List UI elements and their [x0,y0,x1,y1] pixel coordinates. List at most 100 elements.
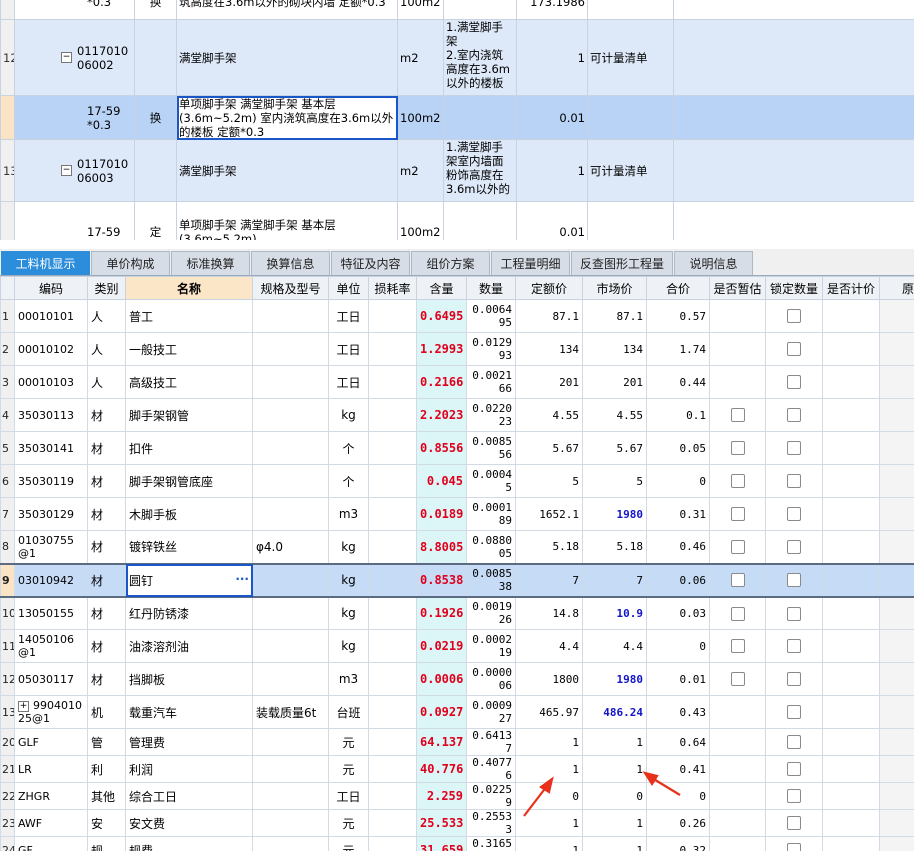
bill-code[interactable]: 17-59 [14,201,135,240]
resource-row[interactable]: 23AWF安安文费元25.5330.25533110.2685 [0,809,914,837]
resource-content[interactable]: 0.2166 [416,365,467,399]
resource-loss[interactable] [368,562,417,598]
resource-code[interactable]: 35030113 [14,398,88,432]
resource-row[interactable]: 13+990401025@1机载重汽车 装载质量6t台班 0.09270.00092… [0,695,914,729]
resource-count[interactable]: 0.000927 [466,695,516,729]
column-header[interactable]: 损耗率 [368,276,417,300]
tab-4[interactable]: 换算信息 [251,251,330,275]
resource-code[interactable]: 35030141 [14,431,88,465]
resource-count[interactable]: 0.012993 [466,332,516,366]
resource-content[interactable]: 2.259 [416,782,467,810]
resource-count[interactable]: 0.008556 [466,431,516,465]
column-header[interactable]: 原始含 [879,276,914,300]
resource-spec[interactable] [252,809,329,837]
resource-spec[interactable] [252,629,329,663]
tab-5[interactable]: 特征及内容 [331,251,410,275]
resource-count[interactable]: 0.02259 [466,782,516,810]
resource-market-price[interactable]: 134 [582,332,647,366]
resource-loss[interactable] [368,728,417,756]
resource-count[interactable]: 0.40776 [466,755,516,783]
resource-code[interactable]: 00010102 [14,332,88,366]
resource-market-price[interactable]: 5 [582,464,647,498]
tab-1[interactable]: 工料机显示 [1,251,90,275]
lock-quantity-checkbox[interactable] [787,408,801,423]
resource-content[interactable]: 0.8556 [416,431,467,465]
resource-market-price[interactable]: 1 [582,809,647,837]
bill-row[interactable]: 12−011701006002满堂脚手架m21.满堂脚手架 2.室内浇筑高度在3… [0,19,914,96]
resource-content[interactable]: 0.045 [416,464,467,498]
resource-code[interactable]: 01030755@1 [14,530,88,564]
resource-content[interactable]: 31.659 [416,836,467,851]
resource-code[interactable]: 05030117 [14,662,88,696]
resource-content[interactable]: 25.533 [416,809,467,837]
tab-2[interactable]: 单价构成 [91,251,170,275]
resource-content[interactable]: 0.1926 [416,596,467,630]
resource-spec[interactable] [252,299,329,333]
resource-count[interactable]: 0.000006 [466,662,516,696]
lock-quantity-checkbox[interactable] [787,540,801,554]
tab-9[interactable]: 说明信息 [674,251,753,275]
bill-row[interactable]: 17-59 定单项脚手架 满堂脚手架 基本层(3.6m~5.2m) 100m2 0.0… [0,201,914,240]
lock-quantity-checkbox[interactable] [787,507,801,522]
resource-row[interactable]: 1205030117材挡脚板m30.00060.000006180019800.… [0,662,914,696]
estimate-checkbox[interactable] [730,441,745,456]
resource-spec[interactable] [252,365,329,399]
resource-market-price[interactable]: 486.24 [582,695,647,729]
estimate-checkbox[interactable] [730,606,745,621]
resource-loss[interactable] [368,782,417,810]
resource-loss[interactable] [368,695,417,729]
column-header[interactable]: 名称 [125,276,253,300]
resource-spec[interactable] [252,332,329,366]
resource-count[interactable]: 0.000189 [466,497,516,531]
lock-quantity-checkbox[interactable] [787,816,801,831]
resource-market-price[interactable]: 1 [582,755,647,783]
expand-icon[interactable]: + [18,700,29,712]
resource-spec[interactable] [252,497,329,531]
resource-spec[interactable] [252,464,329,498]
lock-quantity-checkbox[interactable] [787,789,801,804]
lock-quantity-checkbox[interactable] [787,735,801,750]
lock-quantity-checkbox[interactable] [787,474,801,489]
lock-quantity-checkbox[interactable] [787,762,801,777]
resource-market-price[interactable]: 7 [582,562,647,598]
resource-code[interactable]: 35030119 [14,464,88,498]
resource-market-price[interactable]: 10.9 [582,596,647,630]
resource-name[interactable]: 红丹防锈漆 [125,596,253,630]
bill-quantity[interactable]: 173.1986 [516,0,588,20]
resource-loss[interactable] [368,431,417,465]
resource-count[interactable]: 0.00045 [466,464,516,498]
bill-code[interactable]: *0.3 [14,0,135,20]
resource-market-price[interactable]: 1 [582,836,647,851]
bill-quantity[interactable]: 0.01 [516,201,588,240]
column-header[interactable]: 含量 [416,276,467,300]
tab-7[interactable]: 工程量明细 [491,251,570,275]
resource-spec[interactable] [252,728,329,756]
bill-name[interactable]: 单项脚手架 满堂脚手架 基本层(3.6m~5.2m) [176,201,398,240]
bill-name[interactable]: 满堂脚手架 [176,19,398,96]
lock-quantity-checkbox[interactable] [787,639,801,654]
resource-name[interactable]: 高级技工 [125,365,253,399]
resource-content[interactable]: 0.8538 [416,562,467,598]
column-header[interactable]: 锁定数量 [765,276,823,300]
resource-loss[interactable] [368,530,417,564]
resource-row[interactable]: 1013050155 材红丹防锈漆 kg 0.19260.00192614.810.9… [0,596,914,630]
resource-market-price[interactable]: 4.4 [582,629,647,663]
resource-name[interactable]: 挡脚板 [125,662,253,696]
resource-row[interactable]: 22ZHGR其他综合工日工日2.2590.022590007 [0,782,914,810]
resource-code[interactable]: 00010103 [14,365,88,399]
column-header[interactable]: 单位 [328,276,369,300]
resource-content[interactable]: 0.0927 [416,695,467,729]
resource-row[interactable]: 3 00010103 人高级技工 工日 0.2166 0.002166 201 201 0.44… [0,365,914,399]
resource-name[interactable]: 管理费 [125,728,253,756]
lock-quantity-checkbox[interactable] [787,705,801,720]
resource-name[interactable]: 油漆溶剂油 [125,629,253,663]
bill-name[interactable]: 单项脚手架 满堂脚手架 基本层(3.6m~5.2m) 室内浇筑高度在3.6m以外… [176,95,398,140]
resource-count[interactable]: 0.64137 [466,728,516,756]
resource-spec[interactable] [252,431,329,465]
bill-row[interactable]: 13−011701006003满堂脚手架m21.满堂脚手架室内墙面粉饰高度在3.… [0,139,914,202]
resource-count[interactable]: 0.000219 [466,629,516,663]
bill-name[interactable]: 满堂脚手架 [176,139,398,202]
column-header[interactable]: 合价 [646,276,710,300]
resource-loss[interactable] [368,809,417,837]
resource-content[interactable]: 0.0006 [416,662,467,696]
